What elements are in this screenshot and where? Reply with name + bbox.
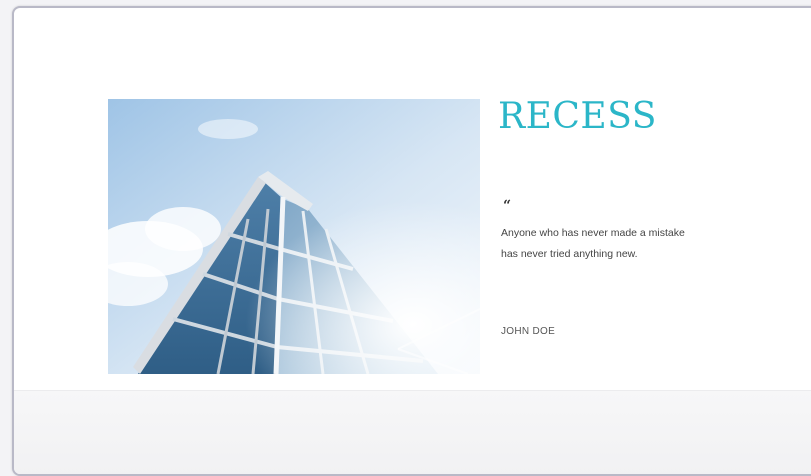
slide-title: RECESS (498, 96, 657, 137)
bottom-panel (14, 390, 811, 474)
quote-mark-icon: “ (503, 198, 512, 214)
quote-author: JOHN DOE (501, 326, 556, 337)
building-photo (108, 99, 480, 374)
quote-text: Anyone who has never made a mistake has … (501, 227, 685, 260)
slide-preview-window: RECESS “ Anyone who has never made a mis… (12, 6, 811, 476)
